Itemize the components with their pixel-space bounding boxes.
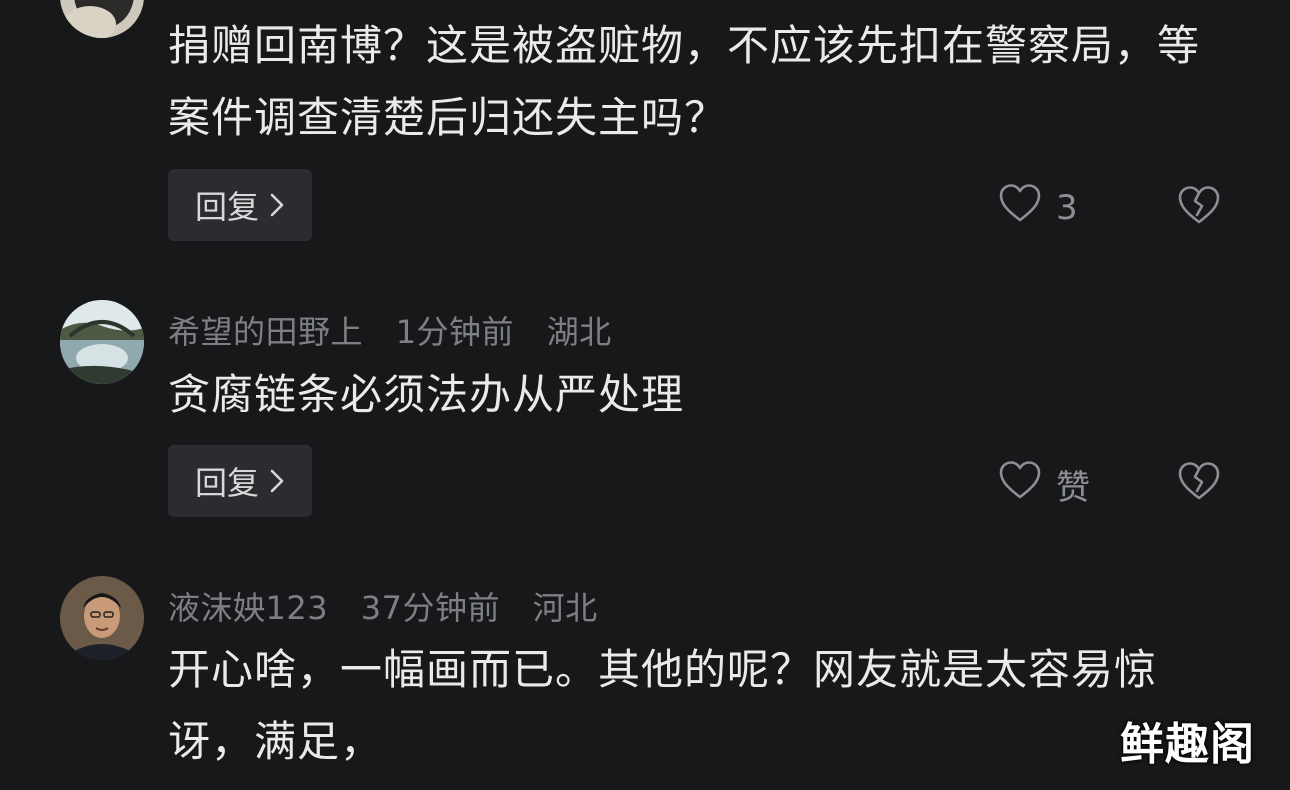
comment-2-text: 贪腐链条必须法办从严处理 bbox=[168, 370, 685, 419]
comment-2-avatar[interactable] bbox=[60, 300, 144, 384]
broken-heart-icon bbox=[1177, 462, 1221, 505]
like-label: 赞 bbox=[1056, 468, 1090, 508]
comment-list: 捐赠回南博？这是被盗赃物，不应该先扣在警察局，等案件调查清楚后归还失主吗？ 回复… bbox=[0, 0, 1290, 790]
comment-3-avatar[interactable] bbox=[60, 576, 144, 660]
comment-2-like-button[interactable]: 赞 bbox=[998, 460, 1090, 509]
like-count: 3 bbox=[1056, 187, 1078, 228]
comment-3-text: 开心啥，一幅画而已。其他的呢？网友就是太容易惊讶，满足， bbox=[168, 645, 1158, 766]
comment-1-text: 捐赠回南博？这是被盗赃物，不应该先扣在警察局，等案件调查清楚后归还失主吗？ bbox=[168, 21, 1201, 142]
broken-heart-icon bbox=[1177, 186, 1221, 229]
comment-1-dislike-button[interactable] bbox=[1177, 185, 1221, 229]
chevron-right-icon bbox=[269, 468, 285, 494]
chevron-right-icon bbox=[269, 192, 285, 218]
username[interactable]: 希望的田野上 bbox=[168, 313, 363, 351]
timestamp: 1分钟前 bbox=[395, 313, 515, 351]
location: 河北 bbox=[532, 589, 598, 627]
comment-1-avatar[interactable] bbox=[60, 0, 144, 38]
heart-outline-icon bbox=[998, 460, 1042, 509]
watermark-logo: 鲜趣阁 bbox=[1120, 719, 1255, 770]
reply-label: 回复 bbox=[194, 464, 259, 502]
comment-2-reply-button[interactable]: 回复 bbox=[168, 445, 312, 517]
comment-2-dislike-button[interactable] bbox=[1177, 461, 1221, 505]
comment-1-like-button[interactable]: 3 bbox=[998, 183, 1078, 232]
reply-label: 回复 bbox=[194, 188, 259, 226]
timestamp: 37分钟前 bbox=[360, 589, 500, 627]
comment-3-meta: 液沫姎123 37分钟前 河北 bbox=[168, 583, 620, 629]
user-avatar-icon bbox=[60, 0, 144, 38]
location: 湖北 bbox=[546, 313, 612, 351]
landscape-avatar-icon bbox=[60, 300, 144, 384]
username[interactable]: 液沫姎123 bbox=[168, 589, 328, 627]
comment-1-reply-button[interactable]: 回复 bbox=[168, 169, 312, 241]
heart-outline-icon bbox=[998, 183, 1042, 232]
comment-2-meta: 希望的田野上 1分钟前 湖北 bbox=[168, 307, 634, 353]
person-avatar-icon bbox=[60, 576, 144, 660]
